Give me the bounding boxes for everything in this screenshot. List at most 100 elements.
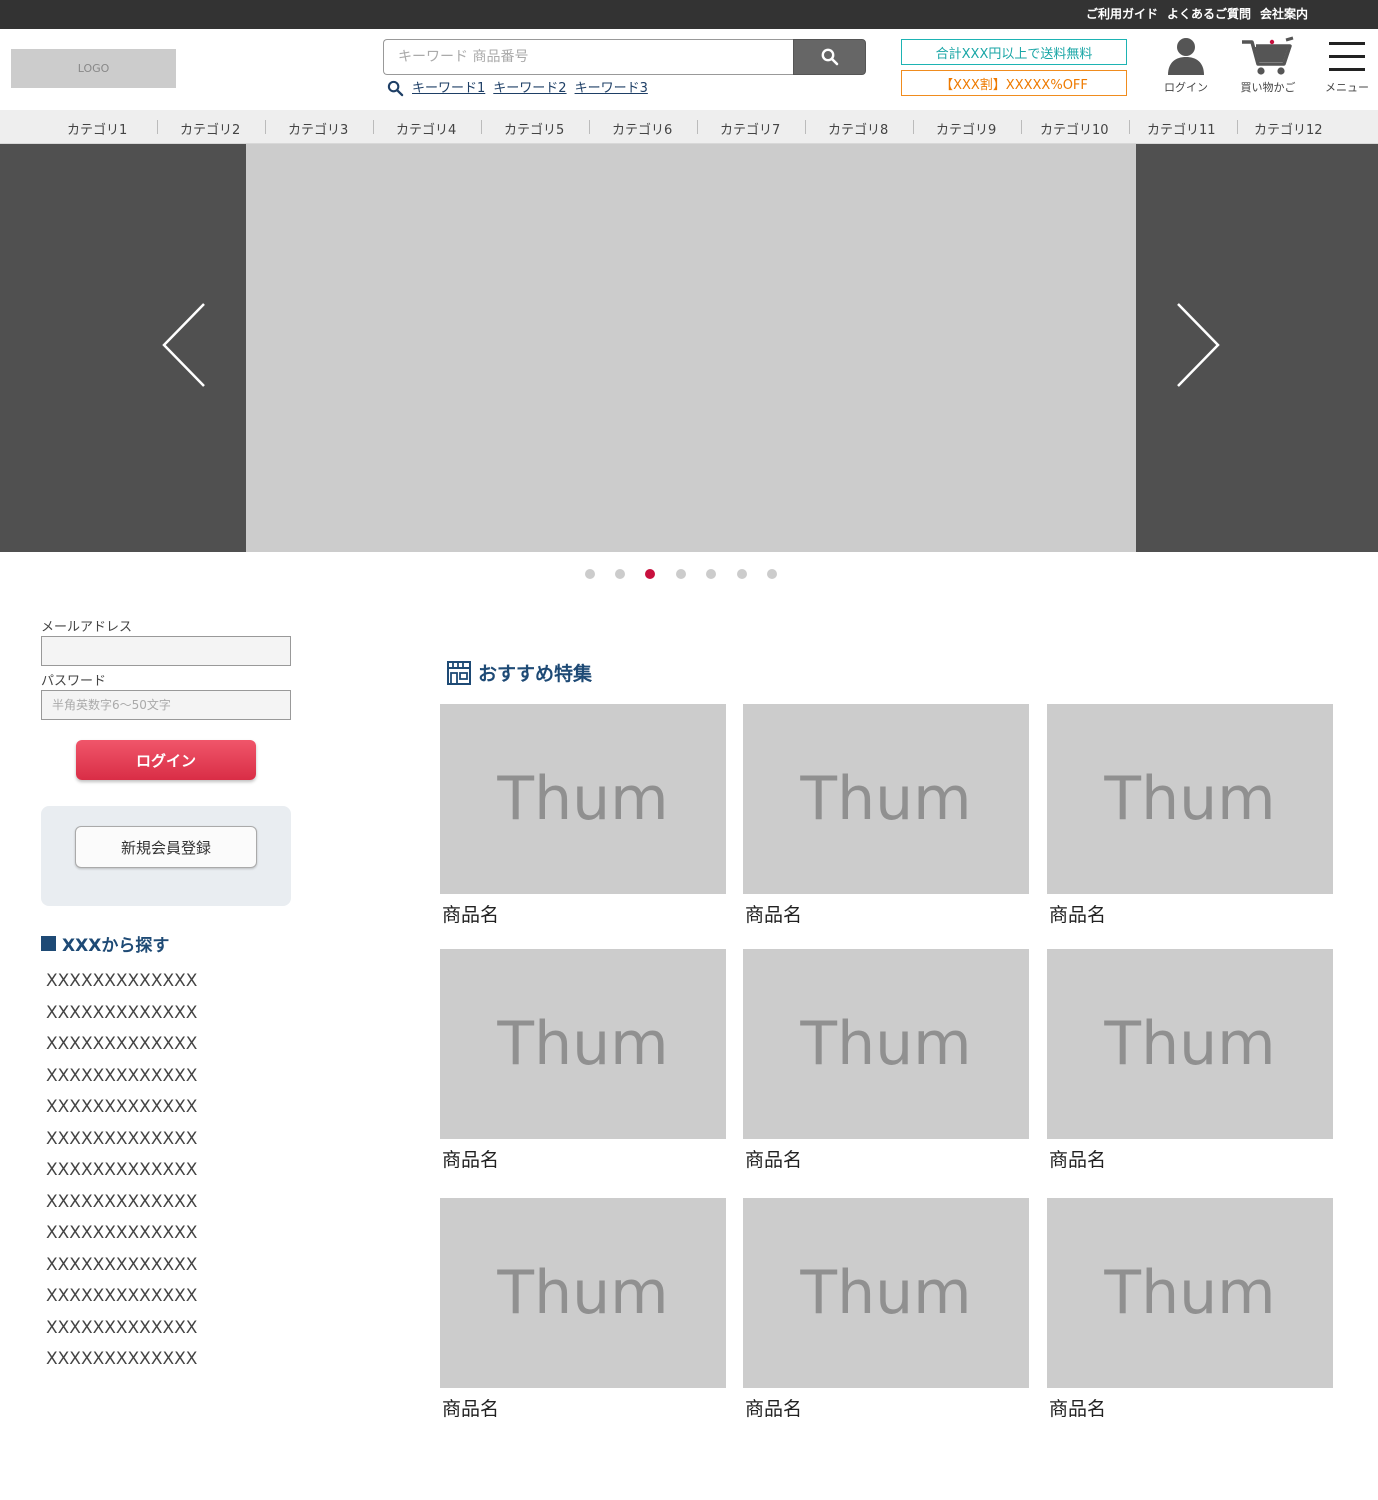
product-thumbnail[interactable]: Thum: [1047, 949, 1333, 1139]
square-bullet-icon: [41, 936, 56, 951]
product-thumbnail[interactable]: Thum: [743, 704, 1029, 894]
category-link[interactable]: カテゴリ6: [612, 119, 672, 138]
slider-dot[interactable]: [676, 569, 686, 579]
guide-link[interactable]: ご利用ガイド: [1086, 7, 1158, 22]
login-link[interactable]: ログイン: [1164, 36, 1208, 95]
product-name[interactable]: 商品名: [743, 1394, 1029, 1421]
slider-dot[interactable]: [706, 569, 716, 579]
search-input[interactable]: [383, 39, 794, 75]
email-field[interactable]: [41, 636, 291, 666]
login-label: ログイン: [1164, 81, 1208, 94]
nav-divider: [1021, 120, 1022, 134]
product-thumbnail[interactable]: Thum: [440, 949, 726, 1139]
browse-list-item[interactable]: XXXXXXXXXXXXX: [46, 1191, 197, 1223]
password-field[interactable]: [41, 690, 291, 720]
browse-list-item[interactable]: XXXXXXXXXXXXX: [46, 1096, 197, 1128]
category-link[interactable]: カテゴリ5: [504, 119, 564, 138]
user-icon: [1168, 38, 1204, 75]
product-card[interactable]: Thum 商品名: [1047, 1198, 1333, 1421]
product-name[interactable]: 商品名: [1047, 900, 1333, 927]
product-card[interactable]: Thum 商品名: [743, 1198, 1029, 1421]
slider-dot[interactable]: [737, 569, 747, 579]
product-thumbnail[interactable]: Thum: [1047, 704, 1333, 894]
store-icon: [447, 660, 471, 685]
featured-heading-text: おすすめ特集: [478, 663, 593, 685]
browse-list-item[interactable]: XXXXXXXXXXXXX: [46, 1254, 197, 1286]
browse-list-item[interactable]: XXXXXXXXXXXXX: [46, 1317, 197, 1349]
product-name[interactable]: 商品名: [1047, 1394, 1333, 1421]
category-link[interactable]: カテゴリ2: [180, 119, 240, 138]
cart-icon: [1242, 36, 1294, 75]
slider-dot[interactable]: [645, 569, 655, 579]
nav-divider: [805, 120, 806, 134]
cart-link[interactable]: 買い物かご: [1240, 36, 1296, 95]
nav-divider: [481, 120, 482, 134]
discount-banner[interactable]: 【XXX割】XXXXX%OFF: [901, 70, 1127, 96]
category-link[interactable]: カテゴリ9: [936, 119, 996, 138]
product-name[interactable]: 商品名: [743, 1145, 1029, 1172]
browse-list-item[interactable]: XXXXXXXXXXXXX: [46, 1159, 197, 1191]
product-card[interactable]: Thum 商品名: [1047, 704, 1333, 927]
nav-divider: [1237, 120, 1238, 134]
product-name[interactable]: 商品名: [440, 1394, 726, 1421]
email-label: メールアドレス: [41, 620, 133, 635]
slider-dot[interactable]: [615, 569, 625, 579]
slider-dot[interactable]: [767, 569, 777, 579]
cart-label: 買い物かご: [1240, 81, 1296, 94]
product-thumbnail[interactable]: Thum: [1047, 1198, 1333, 1388]
category-link[interactable]: カテゴリ10: [1040, 119, 1109, 138]
nav-divider: [1129, 120, 1130, 134]
browse-list: XXXXXXXXXXXXX XXXXXXXXXXXXX XXXXXXXXXXXX…: [46, 970, 197, 1380]
category-link[interactable]: カテゴリ8: [828, 119, 888, 138]
menu-button[interactable]: メニュー: [1325, 36, 1369, 95]
slider-next-arrow-icon[interactable]: [1174, 302, 1222, 388]
product-name[interactable]: 商品名: [440, 900, 726, 927]
keyword-link[interactable]: キーワード1: [412, 81, 485, 97]
search-button[interactable]: [793, 39, 866, 75]
utility-bar: ご利用ガイド よくあるご質問 会社案内: [0, 0, 1378, 29]
nav-divider: [157, 120, 158, 134]
slider-pagination: [0, 569, 1378, 579]
product-thumbnail[interactable]: Thum: [743, 1198, 1029, 1388]
hero-slide[interactable]: [246, 144, 1136, 552]
browse-list-item[interactable]: XXXXXXXXXXXXX: [46, 1065, 197, 1097]
product-thumbnail[interactable]: Thum: [440, 1198, 726, 1388]
category-link[interactable]: カテゴリ4: [396, 119, 456, 138]
browse-list-item[interactable]: XXXXXXXXXXXXX: [46, 1033, 197, 1065]
popular-keywords: キーワード1 キーワード2 キーワード3: [387, 80, 648, 97]
keyword-link[interactable]: キーワード2: [493, 81, 566, 97]
browse-list-item[interactable]: XXXXXXXXXXXXX: [46, 1128, 197, 1160]
slider-dot[interactable]: [585, 569, 595, 579]
category-link[interactable]: カテゴリ3: [288, 119, 348, 138]
company-link[interactable]: 会社案内: [1260, 7, 1308, 22]
product-card[interactable]: Thum 商品名: [1047, 949, 1333, 1172]
category-nav: カテゴリ1 カテゴリ2 カテゴリ3 カテゴリ4 カテゴリ5 カテゴリ6 カテゴリ…: [0, 110, 1378, 144]
product-name[interactable]: 商品名: [743, 900, 1029, 927]
product-card[interactable]: Thum 商品名: [743, 704, 1029, 927]
register-button[interactable]: 新規会員登録: [75, 826, 257, 868]
product-card[interactable]: Thum 商品名: [743, 949, 1029, 1172]
slider-prev-arrow-icon[interactable]: [160, 302, 208, 388]
product-thumbnail[interactable]: Thum: [743, 949, 1029, 1139]
category-link[interactable]: カテゴリ1: [67, 119, 127, 138]
product-name[interactable]: 商品名: [440, 1145, 726, 1172]
category-link[interactable]: カテゴリ12: [1254, 119, 1323, 138]
site-logo[interactable]: LOGO: [11, 49, 176, 88]
browse-list-item[interactable]: XXXXXXXXXXXXX: [46, 1222, 197, 1254]
free-shipping-banner[interactable]: 合計XXX円以上で送料無料: [901, 39, 1127, 65]
category-link[interactable]: カテゴリ11: [1147, 119, 1216, 138]
faq-link[interactable]: よくあるご質問: [1167, 7, 1251, 22]
product-card[interactable]: Thum 商品名: [440, 704, 726, 927]
keyword-link[interactable]: キーワード3: [575, 81, 648, 97]
browse-list-item[interactable]: XXXXXXXXXXXXX: [46, 1002, 197, 1034]
login-button[interactable]: ログイン: [76, 740, 256, 780]
browse-list-item[interactable]: XXXXXXXXXXXXX: [46, 1285, 197, 1317]
product-card[interactable]: Thum 商品名: [440, 949, 726, 1172]
product-name[interactable]: 商品名: [1047, 1145, 1333, 1172]
product-thumbnail[interactable]: Thum: [440, 704, 726, 894]
password-label: パスワード: [41, 674, 107, 689]
browse-list-item[interactable]: XXXXXXXXXXXXX: [46, 970, 197, 1002]
product-card[interactable]: Thum 商品名: [440, 1198, 726, 1421]
browse-list-item[interactable]: XXXXXXXXXXXXX: [46, 1348, 197, 1380]
category-link[interactable]: カテゴリ7: [720, 119, 780, 138]
